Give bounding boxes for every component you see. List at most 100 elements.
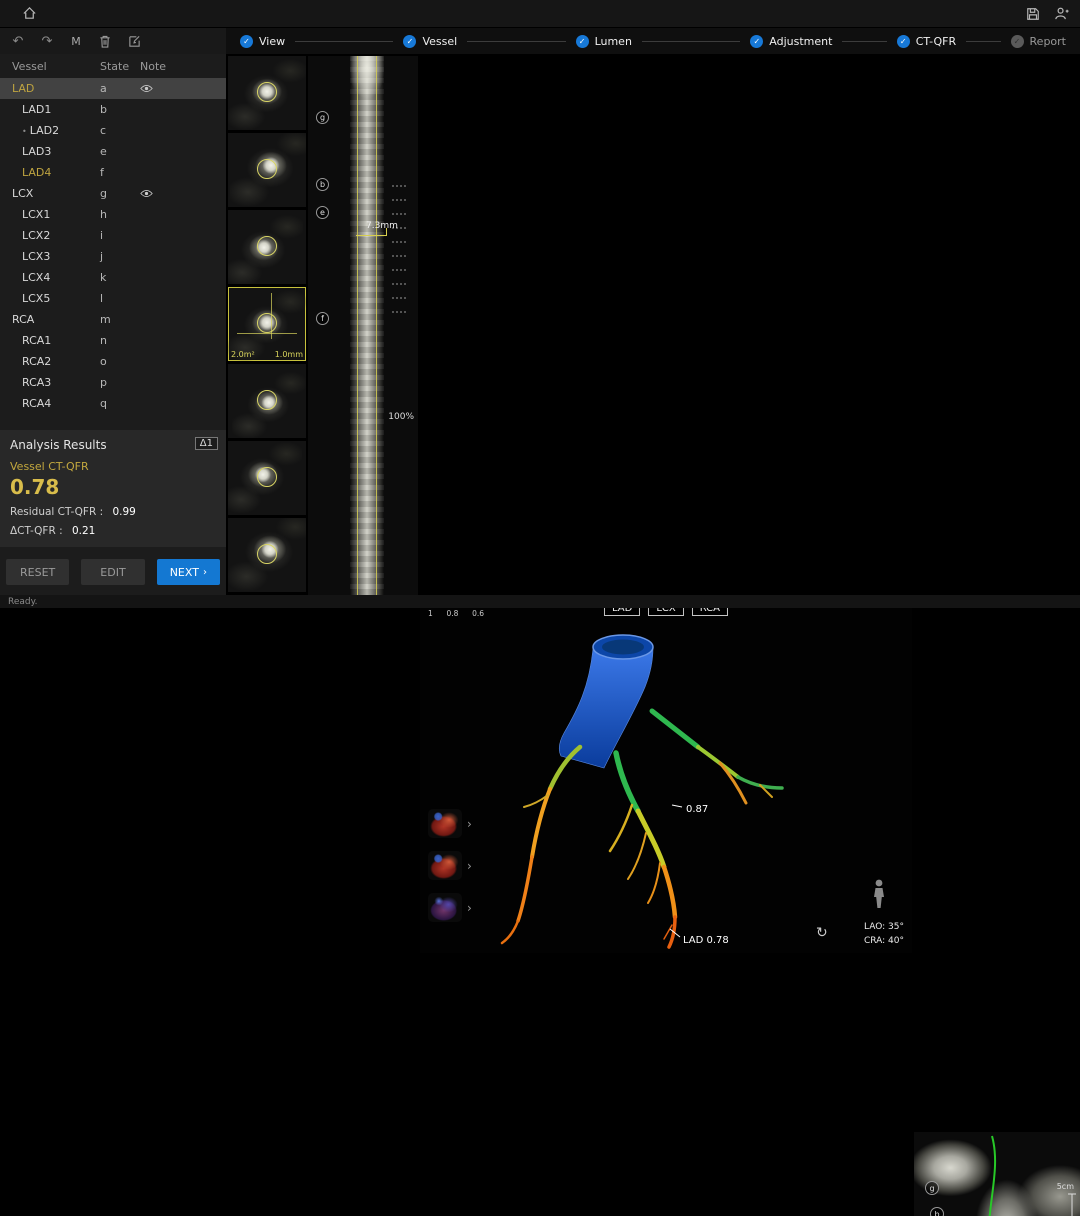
rca-vessel[interactable] bbox=[502, 747, 580, 943]
cross-section-thumbnail-7[interactable] bbox=[228, 518, 306, 592]
vessel-row-lad1[interactable]: LAD1b bbox=[0, 99, 226, 120]
delta-qfr-row: ΔCT-QFR : 0.21 bbox=[10, 525, 216, 537]
tab-vessel[interactable]: ✓Vessel bbox=[403, 35, 457, 48]
vessel-row-rca1[interactable]: RCA1n bbox=[0, 330, 226, 351]
straightened-cpr-view[interactable]: g b e f 7.3mm 100% bbox=[308, 56, 418, 595]
delta-badge[interactable]: Δ1 bbox=[195, 437, 218, 450]
vessel-row-rca4[interactable]: RCA4q bbox=[0, 393, 226, 414]
heart-view-2[interactable]: › bbox=[428, 851, 472, 880]
reset-button[interactable]: RESET bbox=[6, 559, 69, 585]
edit-button[interactable]: EDIT bbox=[81, 559, 144, 585]
heart-thumbnail bbox=[428, 809, 462, 838]
undo-icon[interactable]: ↶ bbox=[10, 33, 26, 49]
vessel-row-rca2[interactable]: RCA2o bbox=[0, 351, 226, 372]
vessel-row-rca3[interactable]: RCA3p bbox=[0, 372, 226, 393]
vessel-state: c bbox=[100, 124, 140, 137]
titlebar bbox=[0, 0, 1080, 28]
vessel-row-lcx2[interactable]: LCX2i bbox=[0, 225, 226, 246]
next-button[interactable]: NEXT› bbox=[157, 559, 220, 585]
measurement-label: 7.3mm bbox=[366, 221, 398, 231]
cpr-marker-b[interactable]: b bbox=[316, 178, 329, 191]
vessel-name: LCX bbox=[0, 187, 100, 200]
save-icon[interactable] bbox=[1024, 5, 1042, 23]
vessel-name: RCA3 bbox=[0, 376, 100, 389]
lumen-contour-line[interactable] bbox=[357, 56, 358, 595]
vessel-state: q bbox=[100, 397, 140, 410]
tab-adjustment[interactable]: ✓Adjustment bbox=[750, 35, 832, 48]
cross-section-thumbnail-strip: 2.0m²1.0mm bbox=[228, 56, 306, 595]
vessel-row-lad[interactable]: LADa bbox=[0, 78, 226, 99]
lumen-contour-line[interactable] bbox=[376, 56, 377, 595]
vessel-name: RCA bbox=[0, 313, 100, 326]
vessel-table-header: Vessel State Note bbox=[0, 54, 226, 78]
vessel-state: m bbox=[100, 313, 140, 326]
vessel-row-lcx3[interactable]: LCX3j bbox=[0, 246, 226, 267]
delete-icon[interactable] bbox=[97, 33, 113, 49]
cpr-marker-f[interactable]: f bbox=[316, 312, 329, 325]
cross-section-thumbnail-2[interactable] bbox=[228, 133, 306, 207]
vessel-row-lcx1[interactable]: LCX1h bbox=[0, 204, 226, 225]
measure-tool-icon[interactable]: M bbox=[68, 33, 84, 49]
cpr-marker-e[interactable]: e bbox=[316, 206, 329, 219]
cross-section-thumbnail-1[interactable] bbox=[228, 56, 306, 130]
coronary-3d-view[interactable]: 0.87 LAD 0.78 1 0.8 0.6 LAD LCX RCA › › bbox=[420, 595, 912, 953]
vessel-row-lcx[interactable]: LCXg bbox=[0, 183, 226, 204]
vessel-row-lcx5[interactable]: LCX5l bbox=[0, 288, 226, 309]
eye-icon[interactable] bbox=[140, 84, 153, 93]
vessel-name: RCA2 bbox=[0, 355, 100, 368]
svg-text:g: g bbox=[929, 1184, 934, 1193]
heart-view-3[interactable]: › bbox=[428, 893, 472, 922]
measurement-line[interactable] bbox=[356, 235, 386, 236]
vessel-state: j bbox=[100, 250, 140, 263]
add-user-icon[interactable] bbox=[1052, 5, 1070, 23]
vessel-centerline[interactable] bbox=[989, 1136, 1002, 1216]
tab-view[interactable]: ✓View bbox=[240, 35, 285, 48]
curved-mpr-view[interactable]: g b e f 5cm 6.0mm 100% bbox=[914, 1132, 1080, 1216]
vessel-name: LAD bbox=[0, 82, 100, 95]
tab-label: Lumen bbox=[595, 35, 632, 48]
lumen-contour-ring bbox=[257, 467, 277, 487]
vessel-state: l bbox=[100, 292, 140, 305]
cra-angle: CRA: 40° bbox=[864, 935, 904, 949]
residual-qfr-label: Residual CT-QFR : bbox=[10, 506, 103, 518]
delta-qfr-value: 0.21 bbox=[72, 525, 95, 537]
tab-connector-line bbox=[842, 41, 886, 42]
cross-section-thumbnail-3[interactable] bbox=[228, 210, 306, 284]
tab-ct-qfr[interactable]: ✓CT-QFR bbox=[897, 35, 956, 48]
eye-icon[interactable] bbox=[140, 189, 153, 198]
vessel-name: RCA4 bbox=[0, 397, 100, 410]
home-icon[interactable] bbox=[20, 5, 38, 23]
lad-qfr-annotation: LAD 0.78 bbox=[683, 935, 729, 946]
tab-connector-line bbox=[642, 41, 740, 42]
mpr-marker-b[interactable]: b bbox=[931, 1208, 944, 1216]
vessel-row-lcx4[interactable]: LCX4k bbox=[0, 267, 226, 288]
cross-section-thumbnail-4[interactable]: 2.0m²1.0mm bbox=[228, 287, 306, 361]
vessel-row-rca[interactable]: RCAm bbox=[0, 309, 226, 330]
workflow-tabbar: ✓View✓Vessel✓Lumen✓Adjustment✓CT-QFR✓Rep… bbox=[226, 28, 1080, 54]
edit-note-icon[interactable] bbox=[126, 33, 142, 49]
vessel-row-lad4[interactable]: LAD4f bbox=[0, 162, 226, 183]
redo-icon[interactable]: ↷ bbox=[39, 33, 55, 49]
tab-check-icon: ✓ bbox=[897, 35, 910, 48]
cross-section-thumbnail-6[interactable] bbox=[228, 441, 306, 515]
lad-vessel[interactable] bbox=[610, 753, 675, 947]
residual-qfr-value: 0.99 bbox=[112, 506, 135, 518]
lumen-contour-ring bbox=[257, 82, 277, 102]
vessel-name: LCX4 bbox=[0, 271, 100, 284]
vessel-row-lad2[interactable]: •LAD2c bbox=[0, 120, 226, 141]
cpr-marker-g[interactable]: g bbox=[316, 111, 329, 124]
colorbar-label: 0.6 bbox=[472, 609, 484, 618]
lumen-contour-ring bbox=[257, 159, 277, 179]
vessel-state: p bbox=[100, 376, 140, 389]
lcx-vessel[interactable] bbox=[652, 711, 782, 803]
diameter-label: 1.0mm bbox=[275, 350, 303, 359]
vessel-row-lad3[interactable]: LAD3e bbox=[0, 141, 226, 162]
mpr-marker-g[interactable]: g bbox=[926, 1182, 939, 1195]
tab-lumen[interactable]: ✓Lumen bbox=[576, 35, 632, 48]
rotate-view-icon[interactable]: ↻ bbox=[816, 925, 828, 941]
heart-view-1[interactable]: › bbox=[428, 809, 472, 838]
cross-section-thumbnail-5[interactable] bbox=[228, 364, 306, 438]
tab-report[interactable]: ✓Report bbox=[1011, 35, 1066, 48]
vessel-name: LCX2 bbox=[0, 229, 100, 242]
body-orientation-icon bbox=[874, 880, 884, 908]
